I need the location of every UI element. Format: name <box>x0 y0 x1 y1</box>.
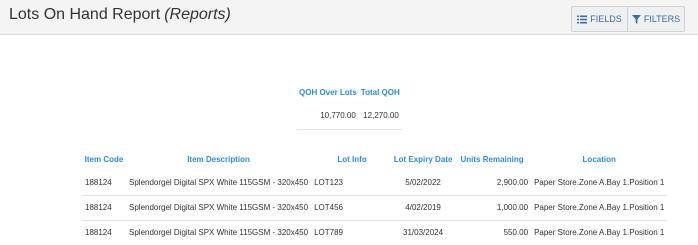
lot-info-header[interactable]: Lot Info <box>311 148 393 170</box>
lot-info-cell: LOT123 <box>311 170 394 196</box>
item-description-cell: Splendorgel Digital SPX White 115GSM - 3… <box>126 220 312 245</box>
lot-expiry-date-cell: 4/02/2019 <box>393 195 454 221</box>
lot-expiry-date-header[interactable]: Lot Expiry Date <box>393 148 453 170</box>
fields-label: FIELDS <box>590 14 622 24</box>
filter-icon <box>631 14 641 24</box>
summary-table: QOH Over Lots Total QOH 10,770.00 12,270… <box>297 82 402 130</box>
table-row: 188124 Splendorgel Digital SPX White 115… <box>82 170 668 196</box>
total-qoh-header[interactable]: Total QOH <box>359 82 402 102</box>
summary-row: 10,770.00 12,270.00 <box>297 102 402 130</box>
lot-expiry-date-cell: 31/03/2024 <box>393 220 454 245</box>
table-row: 188124 Splendorgel Digital SPX White 115… <box>82 220 668 245</box>
lots-table: Item Code Item Description Lot Info Lot … <box>82 148 668 245</box>
summary-header-row: QOH Over Lots Total QOH <box>297 82 402 102</box>
item-code-cell: 188124 <box>82 220 126 245</box>
qoh-over-lots-value: 10,770.00 <box>297 102 359 130</box>
location-cell: Paper Store.Zone A.Bay 1.Position 1 <box>531 195 668 221</box>
toolbar-button-group: FIELDS FILTERS <box>571 6 685 32</box>
item-code-cell: 188124 <box>82 170 126 196</box>
lot-info-cell: LOT789 <box>311 220 394 245</box>
page-title: Lots On Hand Report (Reports) <box>9 6 231 24</box>
lot-expiry-date-cell: 5/02/2022 <box>393 170 454 196</box>
units-remaining-cell: 2,900.00 <box>453 170 532 196</box>
lots-header-row: Item Code Item Description Lot Info Lot … <box>82 148 667 170</box>
item-code-cell: 188124 <box>82 195 126 221</box>
location-cell: Paper Store.Zone A.Bay 1.Position 1 <box>531 220 668 245</box>
total-qoh-value: 12,270.00 <box>358 102 402 130</box>
location-cell: Paper Store.Zone A.Bay 1.Position 1 <box>531 170 668 196</box>
item-description-header[interactable]: Item Description <box>126 148 311 170</box>
filters-label: FILTERS <box>643 14 681 24</box>
report-subtitle: (Reports) <box>164 6 231 23</box>
item-description-cell: Splendorgel Digital SPX White 115GSM - 3… <box>126 170 312 196</box>
units-remaining-cell: 550.00 <box>453 220 532 245</box>
report-title: Lots On Hand Report <box>9 6 161 23</box>
units-remaining-cell: 1,000.00 <box>453 195 532 221</box>
lot-info-cell: LOT456 <box>311 195 394 221</box>
units-remaining-header[interactable]: Units Remaining <box>453 148 531 170</box>
table-row: 188124 Splendorgel Digital SPX White 115… <box>82 195 668 221</box>
qoh-over-lots-header[interactable]: QOH Over Lots <box>297 82 359 102</box>
location-header[interactable]: Location <box>531 148 667 170</box>
item-code-header[interactable]: Item Code <box>82 148 126 170</box>
fields-button[interactable]: FIELDS <box>572 7 628 31</box>
item-description-cell: Splendorgel Digital SPX White 115GSM - 3… <box>126 195 312 221</box>
filters-button[interactable]: FILTERS <box>628 7 684 31</box>
report-header: Lots On Hand Report (Reports) FIELDS FILT… <box>0 0 698 35</box>
list-icon <box>577 15 588 23</box>
